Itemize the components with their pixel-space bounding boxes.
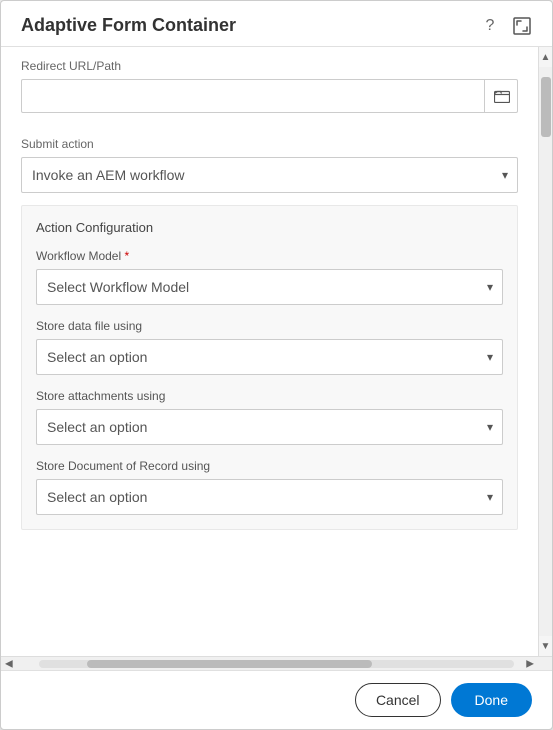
scroll-left-arrow[interactable]: ◀ — [5, 658, 13, 669]
store-data-file-field: Store data file using Select an option ▾ — [36, 319, 503, 375]
cancel-button[interactable]: Cancel — [355, 683, 441, 717]
store-document-select[interactable]: Select an option — [36, 479, 503, 515]
store-document-field: Store Document of Record using Select an… — [36, 459, 503, 515]
submit-action-select[interactable]: Invoke an AEM workflow Submit to REST en… — [21, 157, 518, 193]
store-attachments-field: Store attachments using Select an option… — [36, 389, 503, 445]
store-document-select-wrapper: Select an option ▾ — [36, 479, 503, 515]
help-icon[interactable]: ? — [480, 16, 500, 36]
expand-icon[interactable] — [512, 16, 532, 36]
redirect-url-input[interactable] — [21, 79, 518, 113]
vertical-scrollbar: ▲ ▼ — [538, 47, 552, 656]
scroll-track — [539, 67, 552, 636]
workflow-model-label: Workflow Model — [36, 249, 503, 263]
redirect-url-section: Redirect URL/Path — [1, 47, 538, 125]
content-area: Redirect URL/Path Submit action — [1, 47, 538, 656]
redirect-url-input-wrapper — [21, 79, 518, 113]
workflow-model-field: Workflow Model Select Workflow Model ▾ — [36, 249, 503, 305]
h-scroll-thumb — [87, 660, 372, 668]
store-data-file-select[interactable]: Select an option — [36, 339, 503, 375]
workflow-model-select-wrapper: Select Workflow Model ▾ — [36, 269, 503, 305]
submit-action-select-wrapper: Invoke an AEM workflow Submit to REST en… — [21, 157, 518, 193]
scroll-down-arrow[interactable]: ▼ — [539, 636, 552, 656]
action-configuration-section: Action Configuration Workflow Model Sele… — [21, 205, 518, 530]
file-browse-icon[interactable] — [484, 79, 518, 113]
store-attachments-label: Store attachments using — [36, 389, 503, 403]
h-scroll-track — [39, 660, 514, 668]
horizontal-scrollbar: ◀ ▶ — [1, 656, 552, 670]
dialog-title: Adaptive Form Container — [21, 15, 236, 36]
store-data-file-label: Store data file using — [36, 319, 503, 333]
scroll-thumb — [541, 77, 551, 137]
store-attachments-select[interactable]: Select an option — [36, 409, 503, 445]
done-button[interactable]: Done — [451, 683, 532, 717]
dialog-body: Redirect URL/Path Submit action — [1, 47, 552, 656]
dialog-container: Adaptive Form Container ? Redirect URL/P… — [0, 0, 553, 730]
submit-action-section: Submit action Invoke an AEM workflow Sub… — [1, 125, 538, 205]
scroll-right-arrow[interactable]: ▶ — [526, 658, 534, 669]
redirect-url-label: Redirect URL/Path — [21, 59, 518, 73]
dialog-footer: Cancel Done — [1, 670, 552, 729]
action-configuration-title: Action Configuration — [36, 220, 503, 235]
submit-action-label: Submit action — [21, 137, 518, 151]
store-attachments-select-wrapper: Select an option ▾ — [36, 409, 503, 445]
store-document-label: Store Document of Record using — [36, 459, 503, 473]
workflow-model-select[interactable]: Select Workflow Model — [36, 269, 503, 305]
store-data-file-select-wrapper: Select an option ▾ — [36, 339, 503, 375]
header-icons: ? — [480, 16, 532, 36]
dialog-header: Adaptive Form Container ? — [1, 1, 552, 47]
scroll-up-arrow[interactable]: ▲ — [539, 47, 552, 67]
